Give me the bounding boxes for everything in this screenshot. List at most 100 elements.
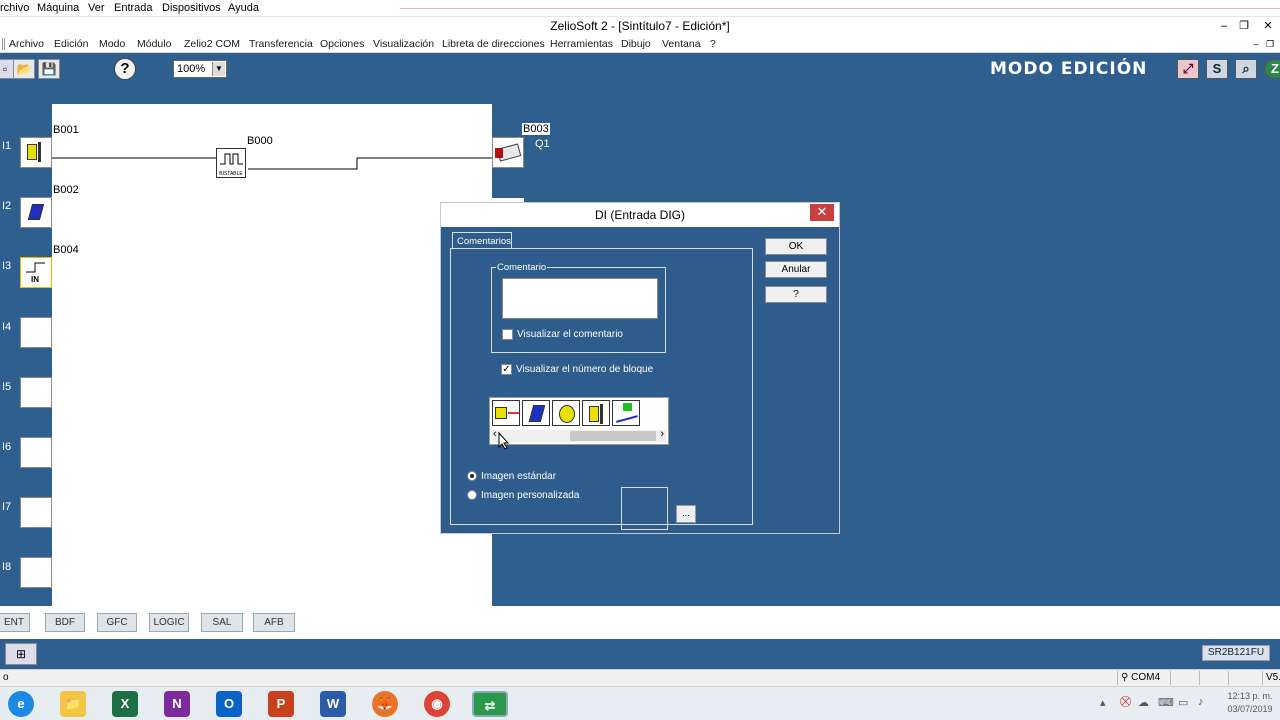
- show-comment-checkbox[interactable]: [502, 329, 513, 340]
- image-option-selector[interactable]: [552, 400, 580, 426]
- input-slot-i2[interactable]: [20, 197, 52, 228]
- image-scrollbar[interactable]: ‹ ›: [492, 428, 666, 442]
- dialog-title: DI (Entrada DIG): [594, 208, 686, 222]
- tray-usb-icon[interactable]: ⌨: [1158, 696, 1174, 709]
- help-button[interactable]: ?: [114, 58, 136, 80]
- firefox-icon[interactable]: 🦊: [372, 691, 398, 717]
- custom-image-label: Imagen personalizada: [481, 490, 580, 501]
- outlook-icon[interactable]: O: [216, 691, 242, 717]
- image-option-switch[interactable]: [522, 400, 550, 426]
- input-slot-i7[interactable]: [20, 497, 52, 528]
- chrome-icon[interactable]: ◉: [424, 691, 450, 717]
- tab-comentarios[interactable]: Comentarios: [452, 232, 512, 249]
- ok-button[interactable]: OK: [765, 238, 827, 255]
- image-picker[interactable]: ‹ ›: [489, 397, 669, 445]
- input-slot-i6[interactable]: [20, 437, 52, 468]
- menu-help[interactable]: ?: [710, 38, 716, 50]
- close-window-button[interactable]: ✕: [1258, 18, 1278, 34]
- tab-panel: Comentario Visualizar el comentario ✓ Vi…: [450, 248, 753, 530]
- input-slot-i4[interactable]: [20, 317, 52, 348]
- block-b003-label: B003: [522, 123, 550, 135]
- fbd-canvas[interactable]: BISTABLE B000 B001 B002 B004: [52, 104, 492, 606]
- scroll-thumb[interactable]: [570, 431, 656, 441]
- tray-volume-icon[interactable]: ♪: [1198, 696, 1204, 708]
- search-icon[interactable]: ⌕: [1235, 59, 1257, 79]
- monitor-icon[interactable]: Z: [1264, 59, 1280, 79]
- tray-cloud-icon[interactable]: ☁: [1138, 696, 1149, 709]
- tray-network-icon[interactable]: ⛒: [1120, 696, 1131, 709]
- outer-menu-entrada[interactable]: Entrada: [114, 2, 153, 14]
- tab-afb[interactable]: AFB: [253, 613, 295, 632]
- ie-icon[interactable]: e: [8, 691, 34, 717]
- zoom-select[interactable]: 100% ▼: [173, 60, 227, 78]
- standard-image-radio[interactable]: [467, 471, 477, 481]
- scroll-right-icon[interactable]: ›: [660, 428, 664, 440]
- tab-gfc[interactable]: GFC: [97, 613, 137, 632]
- output-slot-q1[interactable]: [492, 137, 524, 168]
- menu-dibujo[interactable]: Dibujo: [621, 38, 651, 50]
- powerpoint-icon[interactable]: P: [268, 691, 294, 717]
- scroll-left-icon[interactable]: ‹: [493, 428, 497, 440]
- open-folder-icon[interactable]: 📂: [13, 59, 35, 79]
- bistable-block[interactable]: BISTABLE: [216, 148, 246, 178]
- input-slot-i5[interactable]: [20, 377, 52, 408]
- explorer-icon[interactable]: 📁: [60, 691, 86, 717]
- show-block-number-checkbox[interactable]: ✓: [501, 364, 512, 375]
- pushbutton-image-icon: [495, 407, 507, 419]
- browse-image-button[interactable]: ...: [676, 505, 696, 523]
- com-port: ⚲ COM4: [1117, 671, 1169, 685]
- tab-sal[interactable]: SAL: [201, 613, 243, 632]
- sensor-image-icon: [623, 403, 632, 411]
- input-slot-i8[interactable]: [20, 557, 52, 588]
- tray-battery-icon[interactable]: ▭: [1178, 696, 1188, 709]
- clock[interactable]: 12:13 p. m. 03/07/2019: [1222, 690, 1278, 716]
- outer-menu-ayuda[interactable]: Ayuda: [228, 2, 259, 14]
- outer-menu-ver[interactable]: Ver: [88, 2, 105, 14]
- menu-modo[interactable]: Modo: [99, 38, 125, 50]
- tab-logic[interactable]: LOGIC: [149, 613, 189, 632]
- tab-bdf[interactable]: BDF: [45, 613, 85, 632]
- simulation-mode-icon[interactable]: ⤢: [1177, 59, 1199, 79]
- outer-menu-dispositivos[interactable]: Dispositivos: [162, 2, 221, 14]
- custom-image-preview: [621, 487, 668, 530]
- menu-edicion[interactable]: Edición: [54, 38, 88, 50]
- menu-herramientas[interactable]: Herramientas: [550, 38, 613, 50]
- chevron-down-icon[interactable]: ▼: [212, 62, 225, 76]
- excel-icon[interactable]: X: [112, 691, 138, 717]
- restore-button[interactable]: ❐: [1234, 18, 1254, 34]
- dialog-close-button[interactable]: ✕: [810, 204, 834, 221]
- menu-libreta[interactable]: Libreta de direcciones: [442, 38, 545, 50]
- tab-ent[interactable]: ENT: [0, 613, 30, 632]
- input-slot-i1[interactable]: [20, 137, 52, 168]
- image-option-contact[interactable]: [582, 400, 610, 426]
- tray-expand-icon[interactable]: ▴: [1100, 696, 1106, 709]
- minimize-button[interactable]: –: [1214, 18, 1234, 34]
- image-option-sensor[interactable]: [612, 400, 640, 426]
- menu-ventana[interactable]: Ventana: [662, 38, 701, 50]
- save-icon[interactable]: 💾: [38, 59, 60, 79]
- outer-menu-maquina[interactable]: Máquina: [37, 2, 79, 14]
- custom-image-radio[interactable]: [467, 490, 477, 500]
- menu-visualizacion[interactable]: Visualización: [373, 38, 434, 50]
- menu-transferencia[interactable]: Transferencia: [249, 38, 313, 50]
- help-dialog-button[interactable]: ?: [765, 286, 827, 303]
- outer-menu-archivo[interactable]: rchivo: [0, 2, 29, 14]
- input-slot-i3[interactable]: IN: [20, 257, 52, 288]
- comment-input[interactable]: [502, 278, 658, 319]
- menu-opciones[interactable]: Opciones: [320, 38, 364, 50]
- cancel-button[interactable]: Anular: [765, 261, 827, 278]
- zeliosoft-taskbar-icon[interactable]: ⇄: [472, 691, 508, 717]
- menu-zelio2com[interactable]: Zelio2 COM: [184, 38, 240, 50]
- image-option-pushbutton[interactable]: [492, 400, 520, 426]
- onenote-icon[interactable]: N: [164, 691, 190, 717]
- word-icon[interactable]: W: [320, 691, 346, 717]
- s-mode-button[interactable]: S: [1206, 59, 1228, 79]
- mdi-restore-icon[interactable]: ❐: [1260, 36, 1280, 52]
- menu-archivo[interactable]: Archivo: [9, 38, 44, 50]
- pushbutton-icon: [27, 144, 37, 160]
- switch-image-icon: [528, 405, 546, 422]
- menu-modulo[interactable]: Módulo: [137, 38, 171, 50]
- row-label-i8: I8: [2, 561, 12, 573]
- show-block-number-label: Visualizar el número de bloque: [516, 364, 654, 375]
- network-icon[interactable]: ⊞: [5, 643, 37, 665]
